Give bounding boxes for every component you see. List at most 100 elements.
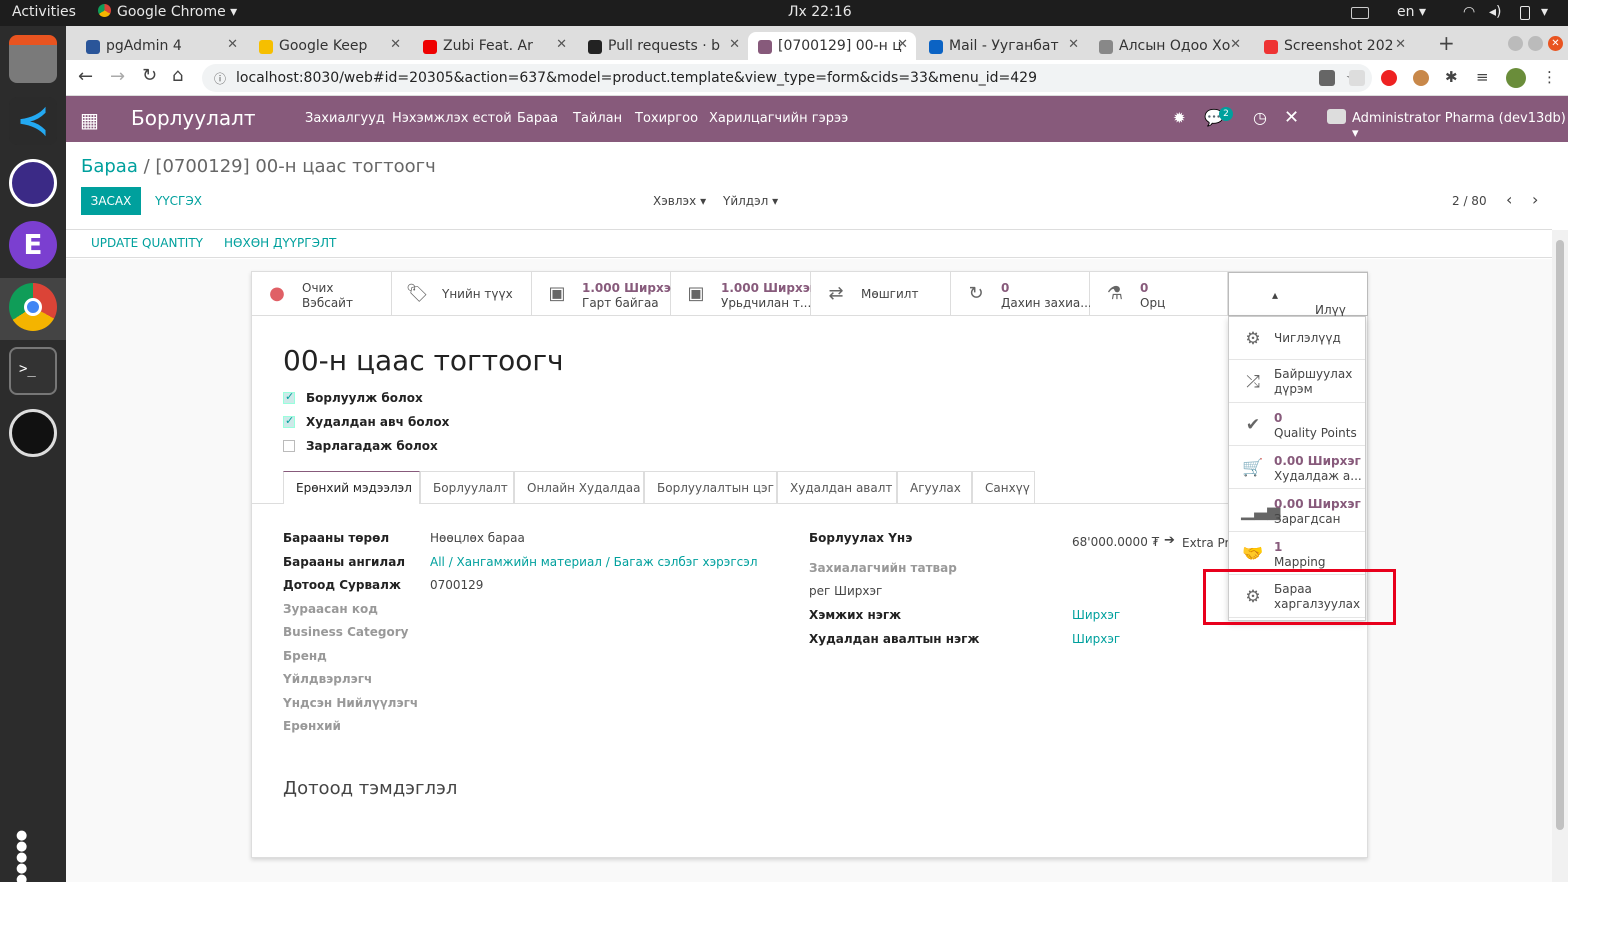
can-be-expensed-checkbox[interactable] <box>283 440 295 452</box>
tab-close-icon[interactable]: ✕ <box>729 37 740 52</box>
volume-icon[interactable]: ◂) <box>1489 4 1502 20</box>
smart-button[interactable]: ▣ 1.000 Ширхэг Гарт байгаа <box>532 272 677 316</box>
show-apps-icon[interactable]: ● ● ● ● ● ● ● ● ● <box>16 829 48 930</box>
activities-button[interactable]: Activities <box>12 4 76 20</box>
uom-value[interactable]: Ширхэг <box>1072 608 1120 622</box>
file-manager-icon[interactable] <box>9 35 57 83</box>
breadcrumb-products-link[interactable]: Бараа <box>81 156 138 177</box>
browser-tab[interactable]: Zubi Feat. Ar ✕ <box>413 32 575 60</box>
can-be-purchased-checkbox[interactable] <box>283 414 295 428</box>
browser-tab[interactable]: [0700129] 00-н ц ✕ <box>748 32 916 60</box>
extra-prices-link[interactable]: Extra Pr <box>1182 536 1229 550</box>
tab-close-icon[interactable]: ✕ <box>227 37 238 52</box>
more-menu-item[interactable]: ✔ 0 Quality Points <box>1229 403 1365 446</box>
activity-clock-icon[interactable]: ◷ <box>1253 108 1267 127</box>
power-menu-icon[interactable]: ▾ <box>1541 4 1548 20</box>
extension-icon[interactable] <box>1413 70 1429 86</box>
address-bar[interactable]: ⓘ localhost:8030/web#id=20305&action=637… <box>202 64 1372 92</box>
reload-icon[interactable]: ↻ <box>142 65 157 86</box>
input-language[interactable]: en ▾ <box>1397 4 1426 20</box>
tab-close-icon[interactable]: ✕ <box>1230 37 1241 52</box>
tab-close-icon[interactable]: ✕ <box>390 37 401 52</box>
apps-grid-icon[interactable]: ▦ <box>80 108 99 132</box>
pager-prev-icon[interactable]: ‹ <box>1506 190 1512 209</box>
home-icon[interactable]: ⌂ <box>172 65 183 86</box>
window-minimize-button[interactable] <box>1508 36 1523 51</box>
more-button[interactable]: Илүү ▴ <box>1228 272 1368 317</box>
app-menu[interactable]: Google Chrome ▾ <box>98 4 237 20</box>
smart-button[interactable]: ⚗ 0 Орц <box>1090 272 1228 316</box>
form-tab[interactable]: Санхүү <box>972 471 1035 504</box>
smart-button[interactable]: ⇄ Мөшгилт <box>811 272 951 316</box>
obs-icon[interactable] <box>9 409 57 457</box>
sales-price-value[interactable]: 68'000.0000 ₮ <box>1072 535 1159 549</box>
back-icon[interactable]: ← <box>78 66 93 87</box>
page-scrollbar[interactable] <box>1552 230 1568 882</box>
form-tab[interactable]: Ерөнхий мэдээлэл <box>283 471 420 504</box>
tab-close-icon[interactable]: ✕ <box>897 37 908 52</box>
browser-tab[interactable]: Mail - Ууганбат ✕ <box>919 32 1087 60</box>
menu-contracts[interactable]: Харилцагчийн гэрээ <box>709 111 848 126</box>
close-x-icon[interactable]: ✕ <box>1284 107 1299 128</box>
purchase-uom-value[interactable]: Ширхэг <box>1072 632 1120 646</box>
replenish-button[interactable]: НӨХӨН ДҮҮРГЭЛТ <box>224 236 336 250</box>
menu-configuration[interactable]: Тохиргоо <box>635 111 698 126</box>
menu-reporting[interactable]: Тайлан <box>573 111 622 126</box>
new-tab-button[interactable]: + <box>1438 31 1455 55</box>
form-tab[interactable]: Борлуулалт <box>420 471 514 504</box>
update-quantity-button[interactable]: UPDATE QUANTITY <box>91 236 203 250</box>
more-menu-item[interactable]: ⤮ Байршуулах дүрэм <box>1229 360 1365 403</box>
puzzle-icon[interactable]: ✱ <box>1445 68 1458 86</box>
wifi-icon[interactable]: ◠ <box>1463 4 1475 20</box>
create-button[interactable]: ҮҮСГЭХ <box>155 194 202 208</box>
clock[interactable]: Лх 22:16 <box>788 4 852 20</box>
edit-button[interactable]: ЗАСАХ <box>81 187 141 215</box>
site-info-icon[interactable]: ⓘ <box>214 70 226 87</box>
window-close-button[interactable]: ✕ <box>1548 36 1563 51</box>
browser-tab[interactable]: Screenshot 202 ✕ <box>1254 32 1414 60</box>
forward-icon[interactable]: → <box>110 66 125 87</box>
browser-menu-icon[interactable]: ⋮ <box>1542 68 1557 86</box>
form-tab[interactable]: Худалдан авалт <box>777 471 897 504</box>
battery-icon[interactable] <box>1520 6 1530 20</box>
bug-icon[interactable]: ✹ <box>1173 109 1186 127</box>
menu-invoicing[interactable]: Нэхэмжлэх естой <box>392 111 512 126</box>
pager-value[interactable]: 2 / 80 <box>1452 194 1487 208</box>
print-dropdown[interactable]: Хэвлэх ▾ <box>653 194 706 208</box>
browser-tab[interactable]: pgAdmin 4 ✕ <box>76 32 246 60</box>
smart-button[interactable]: ▣ 1.000 Ширхэг Урьдчилан т... <box>671 272 816 316</box>
more-menu-item[interactable]: ▁▃▅ 0.00 Ширхэг Зарагдсан <box>1229 489 1365 532</box>
more-menu-item[interactable]: 🛒 0.00 Ширхэг Худалдаж а... <box>1229 446 1365 489</box>
pager-next-icon[interactable]: › <box>1532 190 1538 209</box>
scrollbar-thumb[interactable] <box>1556 240 1564 830</box>
action-dropdown[interactable]: Үйлдэл ▾ <box>723 194 778 208</box>
terminal-icon[interactable]: >_ <box>9 347 57 395</box>
window-maximize-button[interactable] <box>1528 36 1543 51</box>
form-tab[interactable]: Борлуулалтын цэг <box>644 471 777 504</box>
more-menu-item[interactable]: ⚙ Чиглэлүүд <box>1229 317 1365 360</box>
tab-close-icon[interactable]: ✕ <box>556 37 567 52</box>
browser-tab[interactable]: Pull requests · b ✕ <box>578 32 748 60</box>
browser-tab[interactable]: Алсын Одоо Хо ✕ <box>1089 32 1249 60</box>
can-be-sold-checkbox[interactable] <box>283 390 295 404</box>
smart-button[interactable]: ↻ 0 Дахин захиа... <box>951 272 1092 316</box>
profile-avatar[interactable] <box>1506 68 1526 88</box>
extension-icon[interactable] <box>1381 70 1397 86</box>
smart-button[interactable]: 🏷 Үнийн түүх <box>392 272 532 316</box>
tab-close-icon[interactable]: ✕ <box>1068 37 1079 52</box>
menu-products[interactable]: Бараа <box>517 111 558 126</box>
app-brand[interactable]: Борлуулалт <box>131 106 256 130</box>
tab-close-icon[interactable]: ✕ <box>1395 37 1406 52</box>
vscode-icon[interactable]: ≺ <box>9 97 57 145</box>
emacs-icon[interactable]: E <box>9 221 57 269</box>
reading-list-icon[interactable]: ≡ <box>1476 68 1489 86</box>
extension-icon[interactable] <box>1349 70 1365 86</box>
field-value[interactable]: All / Хангамжийн материал / Багаж сэлбэг… <box>430 555 758 569</box>
chrome-dock-icon[interactable] <box>9 283 57 331</box>
browser-tab[interactable]: Google Keep ✕ <box>249 32 409 60</box>
menu-orders[interactable]: Захиалгууд <box>305 111 385 126</box>
smart-button[interactable]: ● Очих Вэбсайт <box>252 272 392 316</box>
extension-icon[interactable] <box>1319 70 1335 86</box>
user-menu[interactable]: Administrator Pharma (dev13db) ▾ <box>1352 111 1568 141</box>
tor-browser-icon[interactable] <box>9 159 57 207</box>
